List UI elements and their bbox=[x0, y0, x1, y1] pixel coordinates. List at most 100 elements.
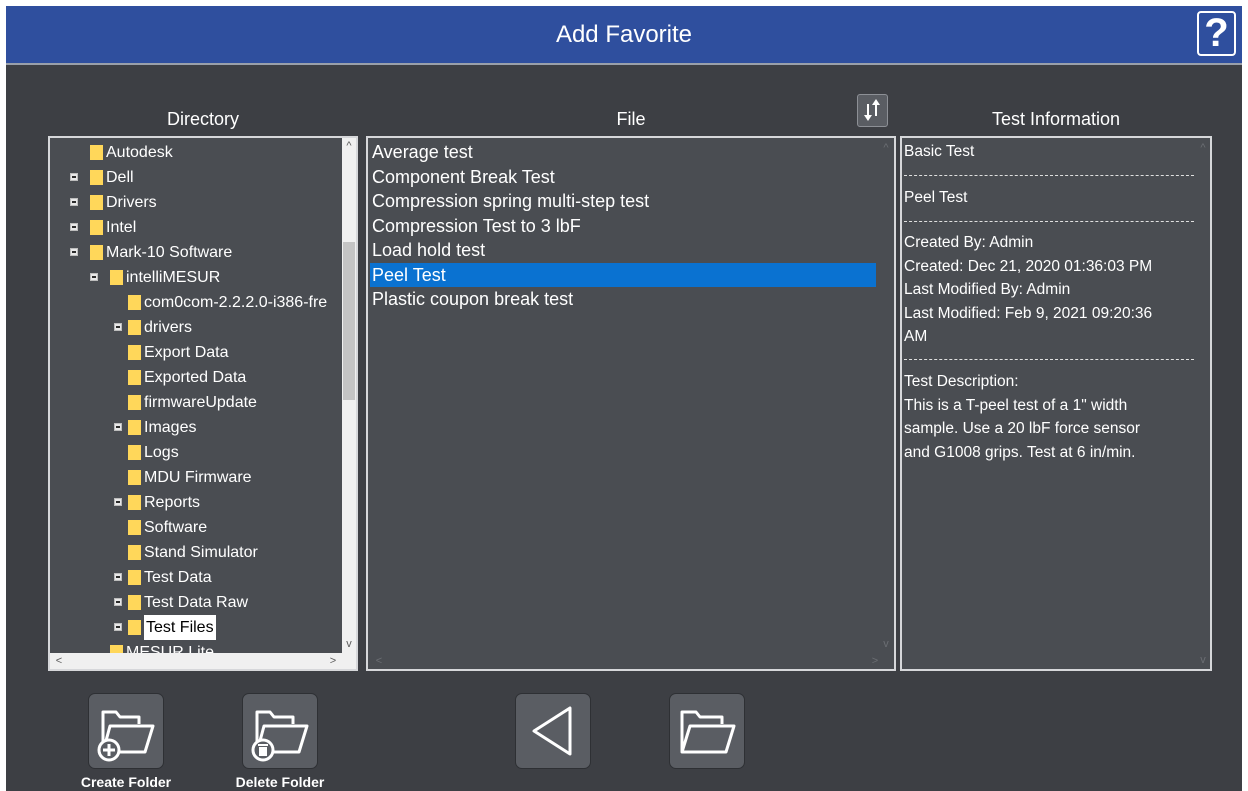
tree-horizontal-scrollbar[interactable]: < > bbox=[50, 653, 356, 669]
expand-toggle-icon[interactable] bbox=[70, 248, 78, 256]
file-item[interactable]: Compression spring multi-step test bbox=[370, 189, 649, 213]
separator bbox=[904, 175, 1194, 176]
file-vertical-scrollbar[interactable]: ^ v bbox=[878, 138, 894, 653]
separator bbox=[904, 359, 1194, 360]
test-type: Basic Test bbox=[904, 143, 975, 160]
file-item[interactable]: Component Break Test bbox=[370, 165, 555, 189]
tree-item[interactable]: Export Data bbox=[50, 340, 342, 365]
back-button[interactable] bbox=[515, 693, 591, 769]
tree-item[interactable]: Drivers bbox=[50, 190, 342, 215]
folder-open-icon bbox=[680, 710, 736, 754]
open-folder-button[interactable] bbox=[669, 693, 745, 769]
folder-icon bbox=[128, 495, 141, 510]
tree-item-label: Test Files bbox=[144, 615, 216, 640]
test-info-header: Test Information bbox=[991, 109, 1121, 129]
title-bar: Add Favorite ? bbox=[6, 6, 1242, 65]
tree-item[interactable]: Exported Data bbox=[50, 365, 342, 390]
expand-toggle-icon[interactable] bbox=[114, 598, 122, 606]
modified-date-cont: AM bbox=[904, 328, 928, 345]
tree-item[interactable]: Logs bbox=[50, 440, 342, 465]
window-title: Add Favorite bbox=[555, 21, 693, 48]
expand-toggle-icon[interactable] bbox=[70, 223, 78, 231]
info-scroll-down-icon[interactable]: v bbox=[1196, 654, 1210, 666]
file-scroll-down-icon[interactable]: v bbox=[879, 638, 893, 650]
expand-toggle-icon[interactable] bbox=[70, 198, 78, 206]
create-folder-label: Create Folder bbox=[80, 774, 172, 790]
file-item[interactable]: Average test bbox=[370, 140, 473, 164]
folder-icon bbox=[128, 320, 141, 335]
sort-button[interactable] bbox=[857, 94, 888, 127]
tree-item[interactable]: Dell bbox=[50, 165, 342, 190]
tree-item-label: Reports bbox=[144, 494, 201, 511]
info-scroll-up-icon[interactable]: ^ bbox=[1196, 142, 1210, 154]
tree-scroll-thumb[interactable] bbox=[343, 242, 355, 400]
info-vertical-scrollbar[interactable]: ^ v bbox=[1196, 138, 1210, 669]
directory-header: Directory bbox=[166, 109, 239, 129]
expand-toggle-icon[interactable] bbox=[114, 623, 122, 631]
test-info-panel: Basic Test Peel Test Created By: Admin C… bbox=[900, 136, 1212, 671]
file-scroll-up-icon[interactable]: ^ bbox=[879, 142, 893, 154]
folder-icon bbox=[128, 470, 141, 485]
tree-vertical-scrollbar[interactable]: ^ v bbox=[342, 138, 356, 653]
file-scroll-right-icon[interactable]: > bbox=[868, 655, 882, 667]
modified-by: Last Modified By: Admin bbox=[904, 281, 1071, 298]
file-item[interactable]: Plastic coupon break test bbox=[370, 287, 573, 311]
file-item[interactable]: Compression Test to 3 lbF bbox=[370, 214, 581, 238]
tree-item[interactable]: Reports bbox=[50, 490, 342, 515]
tree-item[interactable]: com0com-2.2.2.0-i386-fre bbox=[50, 290, 342, 315]
tree-item[interactable]: Test Data bbox=[50, 565, 342, 590]
expand-toggle-icon[interactable] bbox=[114, 323, 122, 331]
test-name: Peel Test bbox=[904, 189, 968, 206]
expand-toggle-icon[interactable] bbox=[70, 173, 78, 181]
folder-icon bbox=[90, 245, 103, 260]
tree-item[interactable]: firmwareUpdate bbox=[50, 390, 342, 415]
scroll-up-arrow-icon[interactable]: ^ bbox=[342, 140, 356, 152]
folder-icon bbox=[110, 270, 123, 285]
description-line: This is a T-peel test of a 1" width bbox=[904, 396, 1128, 414]
expand-toggle-icon[interactable] bbox=[114, 423, 122, 431]
folder-icon bbox=[90, 170, 103, 185]
separator bbox=[904, 221, 1194, 222]
folder-delete-icon bbox=[251, 710, 309, 762]
file-item[interactable]: Peel Test bbox=[370, 262, 876, 287]
tree-item[interactable]: Test Data Raw bbox=[50, 590, 342, 615]
delete-folder-button[interactable] bbox=[242, 693, 318, 769]
tree-item[interactable]: Test Files bbox=[50, 615, 342, 640]
file-list[interactable]: Average test Component Break Test Compress… bbox=[366, 136, 896, 671]
tree-item[interactable]: intelliMESUR bbox=[50, 265, 342, 290]
tree-item-label: MDU Firmware bbox=[144, 469, 252, 486]
tree-item-label: com0com-2.2.2.0-i386-fre bbox=[144, 294, 328, 311]
tree-item[interactable]: drivers bbox=[50, 315, 342, 340]
expand-toggle-icon[interactable] bbox=[114, 498, 122, 506]
tree-item[interactable]: Mark-10 Software bbox=[50, 240, 342, 265]
directory-tree[interactable]: Autodesk Dell Drivers Intel Mark-10 Software… bbox=[48, 136, 358, 671]
tree-item[interactable]: MDU Firmware bbox=[50, 465, 342, 490]
folder-icon bbox=[128, 345, 141, 360]
modified-date: Last Modified: Feb 9, 2021 09:20:36 bbox=[904, 304, 1153, 322]
file-header: File bbox=[616, 109, 646, 129]
tree-item[interactable]: Autodesk bbox=[50, 140, 342, 165]
file-horizontal-scrollbar[interactable]: < > bbox=[368, 653, 894, 669]
scroll-down-arrow-icon[interactable]: v bbox=[342, 638, 356, 650]
folder-icon bbox=[128, 395, 141, 410]
sort-arrows-icon bbox=[864, 99, 880, 121]
file-scroll-left-icon[interactable]: < bbox=[372, 655, 386, 667]
tree-item[interactable]: Images bbox=[50, 415, 342, 440]
scroll-left-arrow-icon[interactable]: < bbox=[52, 655, 66, 667]
file-item[interactable]: Load hold test bbox=[370, 238, 485, 262]
create-folder-button[interactable] bbox=[88, 693, 164, 769]
tree-item-label: firmwareUpdate bbox=[144, 394, 257, 411]
expand-toggle-icon[interactable] bbox=[114, 573, 122, 581]
triangle-left-icon bbox=[532, 706, 572, 756]
tree-item[interactable]: Intel bbox=[50, 215, 342, 240]
folder-icon bbox=[90, 195, 103, 210]
tree-item[interactable]: Stand Simulator bbox=[50, 540, 342, 565]
tree-item[interactable]: Software bbox=[50, 515, 342, 540]
expand-toggle-icon[interactable] bbox=[90, 273, 98, 281]
scroll-right-arrow-icon[interactable]: > bbox=[326, 655, 340, 667]
tree-item-label: Mark-10 Software bbox=[106, 244, 233, 261]
folder-icon bbox=[90, 220, 103, 235]
tree-item-label: Export Data bbox=[144, 344, 229, 361]
folder-icon bbox=[128, 545, 141, 560]
help-button[interactable]: ? bbox=[1197, 11, 1236, 56]
